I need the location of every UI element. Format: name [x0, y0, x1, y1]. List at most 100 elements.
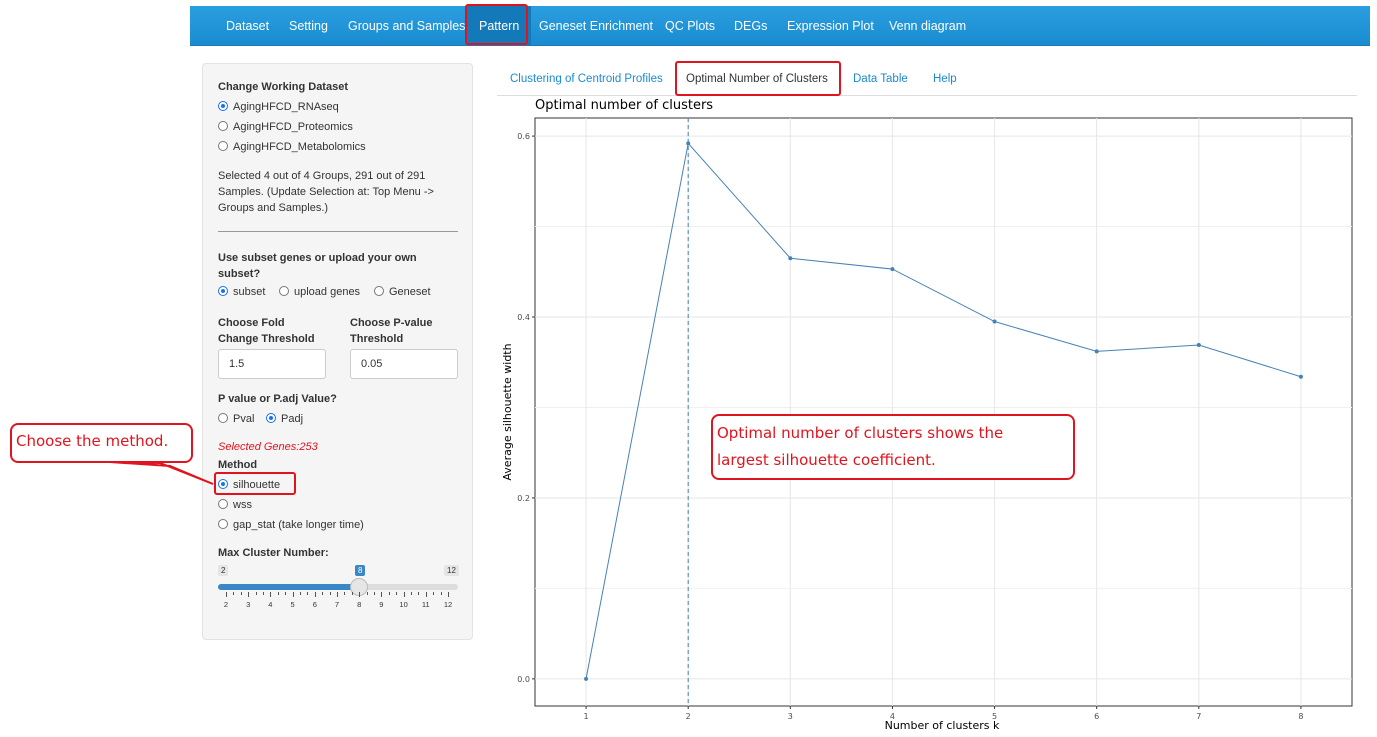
- slider-tick-label: 5: [290, 600, 295, 609]
- slider-tick-label: 10: [399, 600, 408, 609]
- slider-tick-mark: [248, 592, 250, 597]
- slider-minor-tick: [396, 592, 398, 595]
- method-option-silhouette[interactable]: silhouette: [218, 479, 280, 491]
- slider-minor-tick: [418, 592, 420, 595]
- slider-fill: [218, 584, 359, 590]
- ptype-option-pval[interactable]: Pval: [218, 413, 254, 425]
- subset-option-subset[interactable]: subset: [218, 286, 265, 298]
- slider-value-label: 8: [355, 565, 366, 576]
- data-point: [992, 319, 997, 324]
- subset-option-geneset[interactable]: Geneset: [374, 286, 431, 298]
- data-point: [686, 141, 691, 146]
- nav-geneset-enrichment[interactable]: Geneset Enrichment: [539, 6, 653, 46]
- method-option-wss[interactable]: wss: [218, 499, 252, 511]
- slider-tick-label: 7: [334, 600, 340, 609]
- max-cluster-label: Max Cluster Number:: [218, 547, 329, 559]
- slider-minor-tick: [440, 592, 442, 595]
- ptype-option-padj[interactable]: Padj: [266, 413, 303, 425]
- data-point: [890, 267, 895, 272]
- radio-icon[interactable]: [218, 499, 228, 509]
- radio-icon[interactable]: [266, 413, 276, 423]
- slider-minor-tick: [277, 592, 279, 595]
- method-label: Method: [218, 459, 258, 471]
- slider-minor-tick: [411, 592, 412, 595]
- radio-icon[interactable]: [218, 413, 228, 423]
- tab-help[interactable]: Help: [933, 73, 957, 85]
- subset-option-upload[interactable]: upload genes: [279, 286, 360, 298]
- slider-tick-label: 9: [379, 600, 384, 609]
- tab-divider: [497, 95, 1357, 96]
- pval-threshold-label: Choose P-value Threshold: [350, 317, 433, 345]
- y-tick-label: 0.4: [517, 313, 530, 322]
- slider-tick-label: 8: [357, 600, 362, 609]
- tab-data-table[interactable]: Data Table: [853, 73, 908, 85]
- slider-minor-tick: [388, 592, 390, 595]
- dataset-option-rnaseq[interactable]: AgingHFCD_RNAseq: [218, 101, 339, 113]
- slider-tick-label: 11: [421, 600, 430, 609]
- radio-icon[interactable]: [218, 286, 228, 296]
- slider-tick-mark: [359, 592, 361, 597]
- radio-icon[interactable]: [218, 101, 228, 111]
- radio-icon[interactable]: [279, 286, 289, 296]
- slider-minor-tick: [233, 592, 235, 595]
- radio-icon[interactable]: [218, 141, 228, 151]
- dataset-label: Change Working Dataset: [218, 81, 348, 93]
- slider-tick-label: 12: [443, 600, 453, 609]
- plot-panel: [534, 117, 1353, 707]
- nav-dataset[interactable]: Dataset: [226, 6, 269, 46]
- slider-tick-mark: [448, 592, 449, 597]
- slider-tick-mark: [270, 592, 272, 597]
- data-point: [1196, 343, 1201, 348]
- chart-title: Optimal number of clusters: [535, 98, 714, 113]
- dataset-option-metabolomics[interactable]: AgingHFCD_Metabolomics: [218, 141, 366, 153]
- y-tick-label: 0.2: [517, 494, 530, 503]
- slider-minor-tick: [285, 592, 287, 595]
- nav-venn-diagram[interactable]: Venn diagram: [889, 6, 966, 46]
- slider-minor-tick: [374, 592, 375, 595]
- dataset-option-proteomics[interactable]: AgingHFCD_Proteomics: [218, 121, 353, 133]
- pval-threshold-input[interactable]: 0.05: [350, 349, 458, 379]
- slider-minor-tick: [255, 592, 257, 595]
- nav-groups-and-samples[interactable]: Groups and Samples: [348, 6, 465, 46]
- x-tick-label: 3: [788, 712, 793, 721]
- nav-setting[interactable]: Setting: [289, 6, 328, 46]
- chart-callout: Optimal number of clusters shows the lar…: [711, 414, 1075, 480]
- radio-icon[interactable]: [218, 121, 228, 131]
- slider-minor-tick: [322, 592, 324, 595]
- nav-degs[interactable]: DEGs: [734, 6, 767, 46]
- slider-minor-tick: [329, 592, 331, 595]
- x-tick-label: 2: [686, 712, 691, 721]
- slider-minor-tick: [344, 592, 346, 595]
- ptype-label: P value or P.adj Value?: [218, 393, 337, 405]
- slider-minor-tick: [240, 592, 242, 595]
- slider-tick-label: 6: [312, 600, 317, 609]
- radio-icon[interactable]: [218, 479, 228, 489]
- slider-tick-mark: [381, 592, 383, 597]
- slider-tick-label: 2: [223, 600, 229, 609]
- slider-max-label: 12: [444, 565, 459, 576]
- nav-expression-plot[interactable]: Expression Plot: [787, 6, 874, 46]
- slider-tick-mark: [425, 592, 427, 597]
- nav-pattern[interactable]: Pattern: [467, 6, 532, 46]
- slider-minor-tick: [307, 592, 309, 595]
- divider: [218, 231, 458, 232]
- fc-threshold-input[interactable]: 1.5: [218, 349, 326, 379]
- tab-clustering-centroid[interactable]: Clustering of Centroid Profiles: [510, 73, 663, 85]
- data-point: [1298, 374, 1303, 379]
- slider-tick-mark: [337, 592, 338, 597]
- top-navbar: Dataset Setting Groups and Samples Patte…: [190, 6, 1370, 46]
- x-tick-label: 1: [584, 712, 589, 721]
- slider-minor-tick: [433, 592, 435, 595]
- slider-tick-label: 3: [246, 600, 251, 609]
- nav-qc-plots[interactable]: QC Plots: [665, 6, 715, 46]
- radio-icon[interactable]: [218, 519, 228, 529]
- sidebar-panel: Change Working Dataset AgingHFCD_RNAseq …: [202, 63, 473, 640]
- radio-icon[interactable]: [374, 286, 384, 296]
- slider-minor-tick: [263, 592, 264, 595]
- y-tick-label: 0.6: [517, 132, 530, 141]
- method-option-gap-stat[interactable]: gap_stat (take longer time): [218, 519, 364, 531]
- slider-tick-label: 4: [268, 600, 273, 609]
- selection-info: Selected 4 out of 4 Groups, 291 out of 2…: [218, 170, 434, 214]
- slider-tick-mark: [292, 592, 294, 597]
- tab-optimal-clusters[interactable]: Optimal Number of Clusters: [686, 73, 828, 85]
